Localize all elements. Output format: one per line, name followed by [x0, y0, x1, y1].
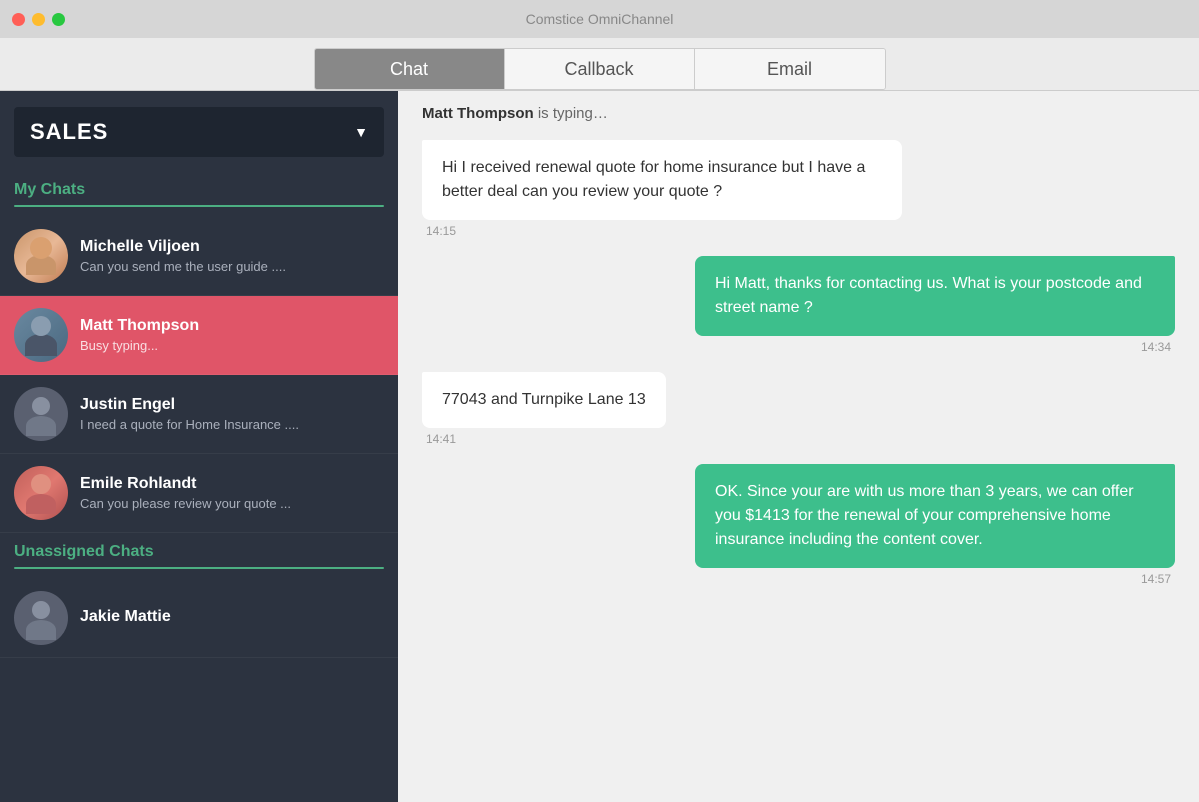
chat-name-emile: Emile Rohlandt [80, 475, 384, 493]
message-row-2: Hi Matt, thanks for contacting us. What … [422, 256, 1175, 354]
window-controls [12, 13, 65, 26]
chat-name-matt: Matt Thompson [80, 317, 384, 335]
message-row-1: Hi I received renewal quote for home ins… [422, 140, 1175, 238]
message-time-1: 14:15 [422, 224, 460, 238]
tab-container: Chat Callback Email [314, 48, 886, 90]
my-chats-divider [14, 205, 384, 207]
chat-info-matt: Matt Thompson Busy typing... [80, 317, 384, 353]
chat-item-justin[interactable]: Justin Engel I need a quote for Home Ins… [0, 375, 398, 454]
chat-name-justin: Justin Engel [80, 396, 384, 414]
message-time-3: 14:41 [422, 432, 460, 446]
avatar-emile [14, 466, 68, 520]
title-bar: Comstice OmniChannel [0, 0, 1199, 38]
unassigned-chats-header: Unassigned Chats [0, 533, 398, 567]
message-row-3: 77043 and Turnpike Lane 13 14:41 [422, 372, 1175, 446]
chat-info-michelle: Michelle Viljoen Can you send me the use… [80, 238, 384, 274]
chat-preview-justin: I need a quote for Home Insurance .... [80, 417, 384, 432]
avatar-justin [14, 387, 68, 441]
chat-info-emile: Emile Rohlandt Can you please review you… [80, 475, 384, 511]
message-time-4: 14:57 [1137, 572, 1175, 586]
my-chats-header: My Chats [0, 171, 398, 205]
message-time-2: 14:34 [1137, 340, 1175, 354]
message-bubble-3: 77043 and Turnpike Lane 13 [422, 372, 666, 428]
avatar-matt [14, 308, 68, 362]
chat-name-michelle: Michelle Viljoen [80, 238, 384, 256]
chat-info-jakie: Jakie Mattie [80, 608, 384, 629]
typing-text: is typing… [534, 105, 608, 122]
queue-dropdown[interactable]: SALES ▼ [14, 107, 384, 157]
chat-preview-matt: Busy typing... [80, 338, 384, 353]
message-bubble-1: Hi I received renewal quote for home ins… [422, 140, 902, 220]
dropdown-arrow-icon: ▼ [354, 124, 368, 140]
tab-bar: Chat Callback Email [0, 38, 1199, 91]
close-button[interactable] [12, 13, 25, 26]
unassigned-chats-divider [14, 567, 384, 569]
chat-item-michelle[interactable]: Michelle Viljoen Can you send me the use… [0, 217, 398, 296]
maximize-button[interactable] [52, 13, 65, 26]
typing-name: Matt Thompson [422, 105, 534, 122]
tab-callback[interactable]: Callback [505, 49, 695, 89]
tab-chat[interactable]: Chat [315, 49, 505, 89]
main-content: SALES ▼ My Chats Michelle Viljoen Can yo… [0, 91, 1199, 802]
chat-info-justin: Justin Engel I need a quote for Home Ins… [80, 396, 384, 432]
message-bubble-2: Hi Matt, thanks for contacting us. What … [695, 256, 1175, 336]
chat-preview-michelle: Can you send me the user guide .... [80, 259, 384, 274]
tab-email[interactable]: Email [695, 49, 885, 89]
chat-item-emile[interactable]: Emile Rohlandt Can you please review you… [0, 454, 398, 533]
message-row-4: OK. Since your are with us more than 3 y… [422, 464, 1175, 586]
chat-item-jakie[interactable]: Jakie Mattie [0, 579, 398, 658]
avatar-michelle [14, 229, 68, 283]
chat-area: Matt Thompson is typing… Hi I received r… [398, 91, 1199, 802]
minimize-button[interactable] [32, 13, 45, 26]
sidebar: SALES ▼ My Chats Michelle Viljoen Can yo… [0, 91, 398, 802]
app-title: Comstice OmniChannel [526, 11, 674, 27]
message-bubble-4: OK. Since your are with us more than 3 y… [695, 464, 1175, 568]
chat-preview-emile: Can you please review your quote ... [80, 496, 384, 511]
chat-item-matt[interactable]: Matt Thompson Busy typing... [0, 296, 398, 375]
queue-label: SALES [30, 119, 108, 145]
typing-indicator: Matt Thompson is typing… [398, 91, 1199, 130]
messages-container: Hi I received renewal quote for home ins… [398, 130, 1199, 802]
chat-name-jakie: Jakie Mattie [80, 608, 384, 626]
avatar-jakie [14, 591, 68, 645]
